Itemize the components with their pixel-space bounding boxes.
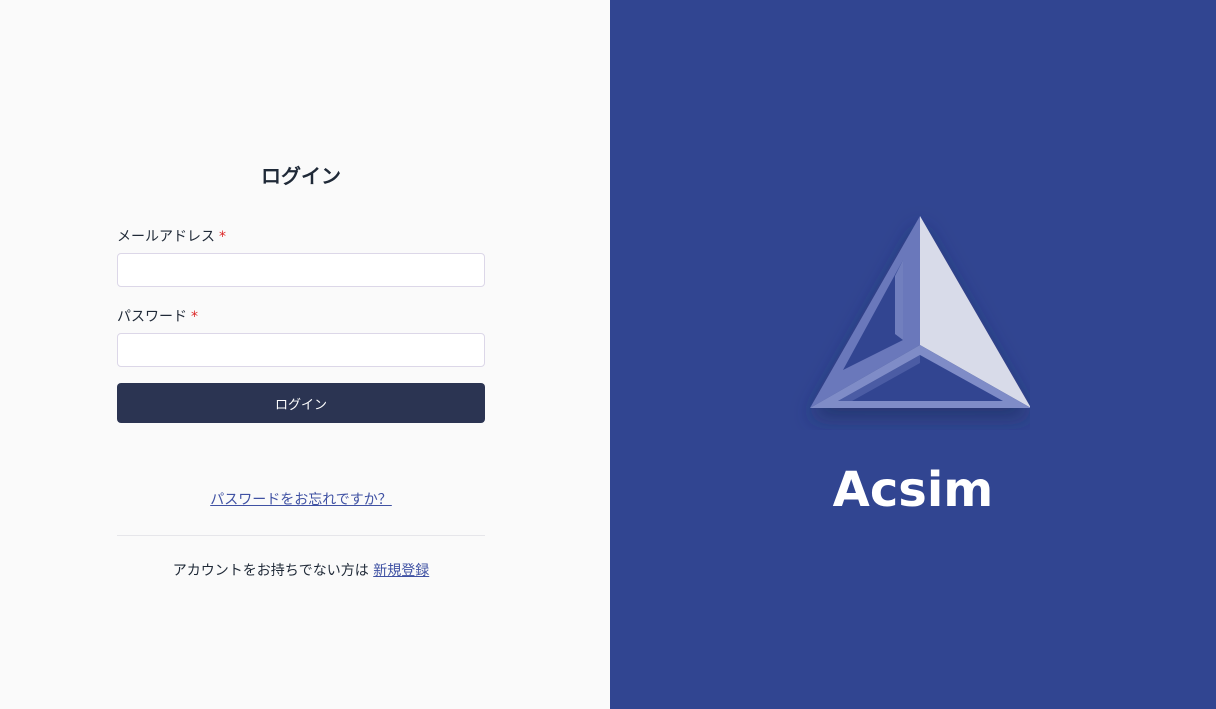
password-required-mark: * xyxy=(191,309,198,325)
login-panel: ログイン メールアドレス * パスワード * ログイン パスワードをお忘れですか？ … xyxy=(0,0,610,709)
brand-panel: Acsim xyxy=(610,0,1216,709)
signup-link[interactable]: 新規登録 xyxy=(373,563,429,579)
password-input[interactable] xyxy=(117,333,485,367)
signup-row: アカウントをお持ちでない方は 新規登録 xyxy=(117,560,485,580)
page-title: ログイン xyxy=(261,164,341,188)
divider xyxy=(117,535,485,536)
signup-prompt: アカウントをお持ちでない方は xyxy=(172,563,369,579)
login-button[interactable]: ログイン xyxy=(117,383,485,423)
forgot-password-link[interactable]: パスワードをお忘れですか？ xyxy=(117,489,485,509)
login-page: ログイン メールアドレス * パスワード * ログイン パスワードをお忘れですか？ … xyxy=(0,0,1216,709)
triangle-logo-icon xyxy=(810,216,1030,408)
brand-name: Acsim xyxy=(832,462,994,518)
email-label-text: メールアドレス xyxy=(117,229,215,245)
password-label-text: パスワード xyxy=(117,309,187,325)
email-required-mark: * xyxy=(219,229,226,245)
email-input[interactable] xyxy=(117,253,485,287)
email-label: メールアドレス * xyxy=(117,226,226,246)
password-label: パスワード * xyxy=(117,306,198,326)
